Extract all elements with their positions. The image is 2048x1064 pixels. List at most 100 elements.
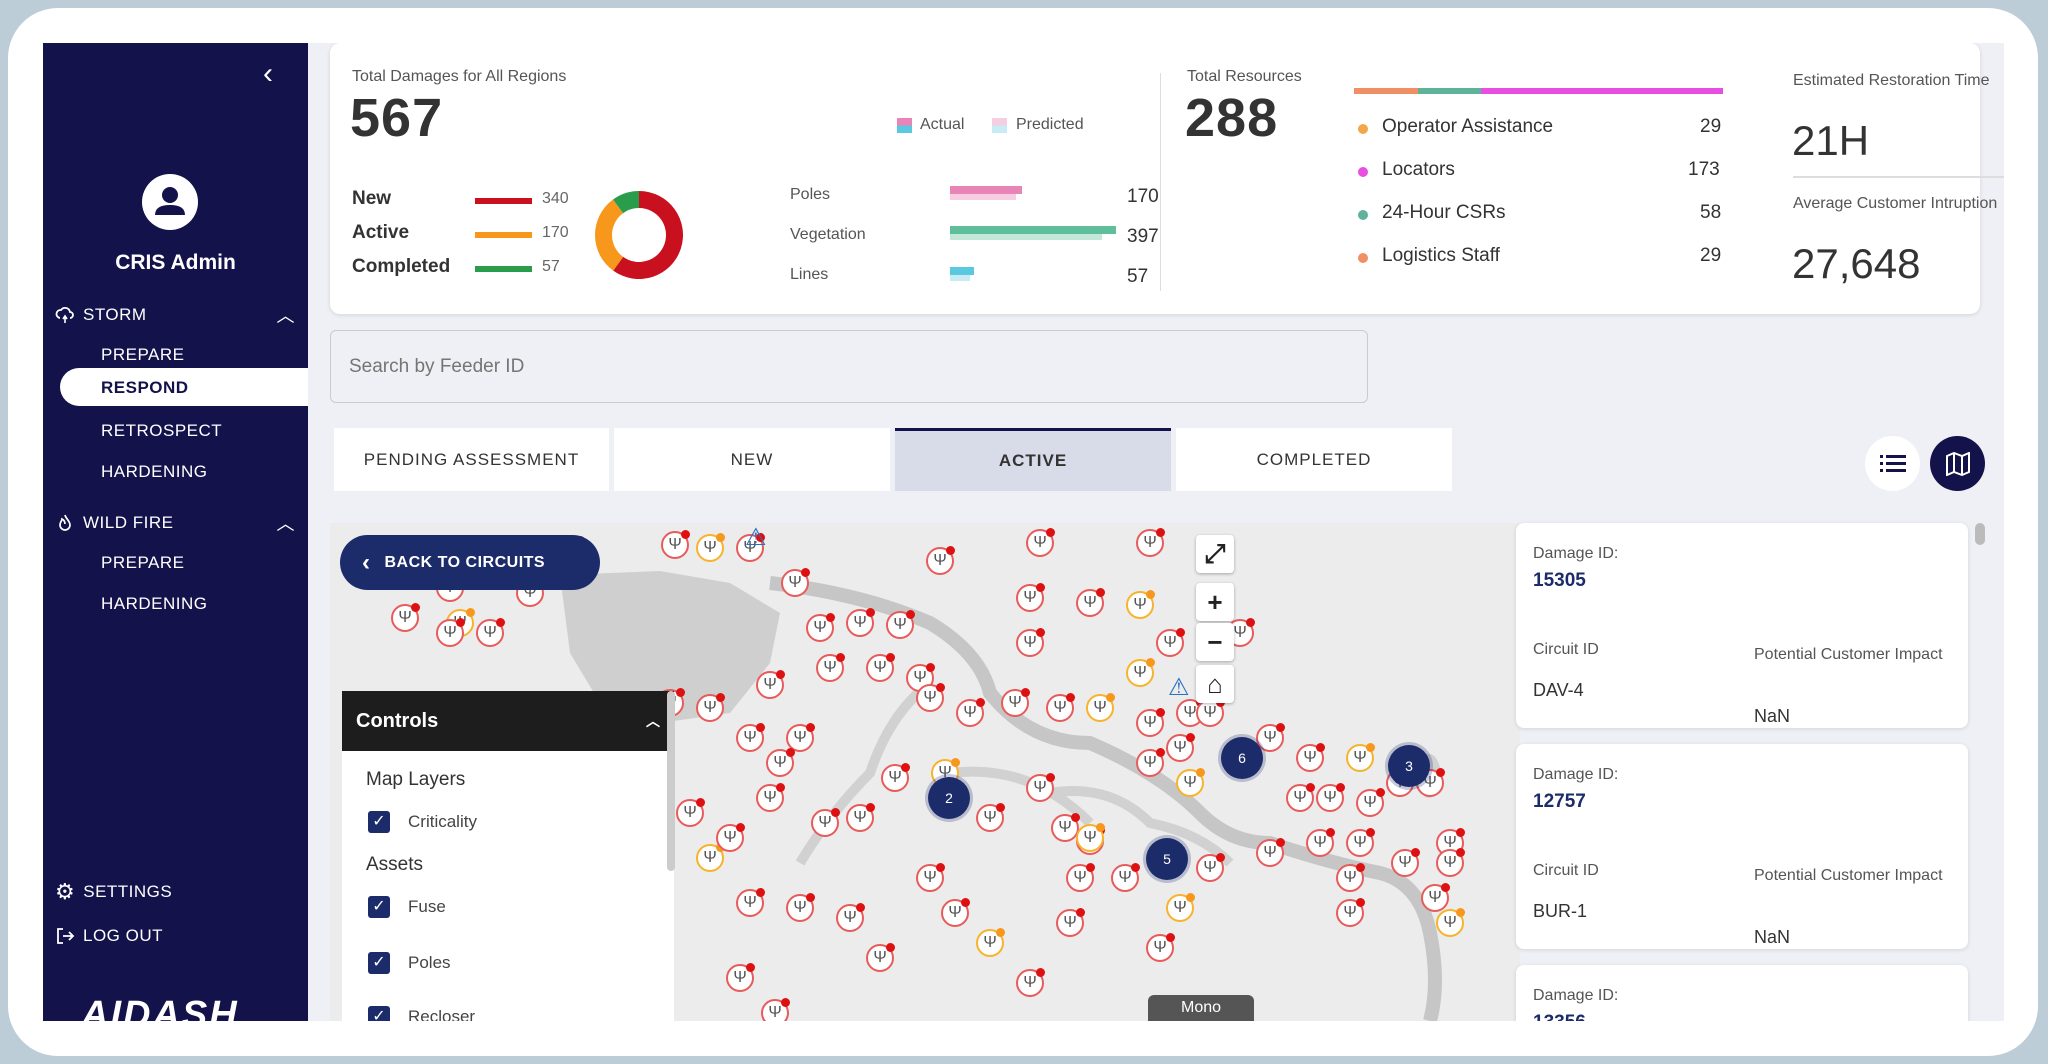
pole-marker-icon[interactable]: Ψ [1126,590,1155,619]
pole-marker-icon[interactable]: Ψ [1051,813,1080,842]
pole-marker-icon[interactable]: Ψ [1026,528,1055,557]
pole-marker-icon[interactable]: Ψ [476,618,505,647]
pole-marker-icon[interactable]: Ψ [1336,898,1365,927]
pole-marker-icon[interactable]: Ψ [1086,693,1115,722]
pole-marker-icon[interactable]: Ψ [696,693,725,722]
sidebar-section-wildfire[interactable]: WILD FIRE ︿ [55,510,296,536]
tab-new[interactable]: NEW [614,428,890,491]
pole-marker-icon[interactable]: Ψ [756,783,785,812]
pole-marker-icon[interactable]: Ψ [676,798,705,827]
pole-marker-icon[interactable]: Ψ [726,963,755,992]
pole-marker-icon[interactable]: Ψ [1136,748,1165,777]
pole-marker-icon[interactable]: Ψ [1001,688,1030,717]
pole-marker-icon[interactable]: Ψ [881,763,910,792]
pole-marker-icon[interactable]: Ψ [1166,733,1195,762]
pole-marker-icon[interactable]: Ψ [806,613,835,642]
pole-marker-icon[interactable]: Ψ [781,568,810,597]
pole-marker-icon[interactable]: Ψ [1421,883,1450,912]
recloser-checkbox[interactable]: ✓ [368,1006,390,1021]
pole-marker-icon[interactable]: Ψ [1286,783,1315,812]
zoom-out-button[interactable]: − [1196,623,1234,661]
pole-marker-icon[interactable]: Ψ [1256,838,1285,867]
pole-marker-icon[interactable]: Ψ [1146,933,1175,962]
pole-marker-icon[interactable]: Ψ [1126,658,1155,687]
pole-marker-icon[interactable]: Ψ [916,683,945,712]
sidebar-item-storm-prepare[interactable]: PREPARE [101,345,185,365]
pole-marker-icon[interactable]: Ψ [1156,628,1185,657]
settings-link[interactable]: ⚙ SETTINGS [55,879,295,905]
fullscreen-icon[interactable]: ⤢ [1196,535,1234,573]
collapse-sidebar-chevron-icon[interactable]: ‹ [263,57,273,91]
pole-marker-icon[interactable]: Ψ [1136,708,1165,737]
pole-marker-icon[interactable]: Ψ [1391,848,1420,877]
feeder-search-input[interactable] [330,330,1368,403]
cluster-marker[interactable]: 5 [1146,838,1188,880]
damage-card[interactable]: Damage ID: 12757 Circuit ID BUR-1 Potent… [1516,744,1968,949]
sidebar-item-wildfire-prepare[interactable]: PREPARE [101,553,185,573]
pole-marker-icon[interactable]: Ψ [1016,968,1045,997]
sidebar-item-storm-hardening[interactable]: HARDENING [101,462,208,482]
pole-marker-icon[interactable]: Ψ [436,618,465,647]
pole-marker-icon[interactable]: Ψ [391,603,420,632]
pole-marker-icon[interactable]: Ψ [1296,743,1325,772]
chevron-up-icon[interactable]: ︿ [277,302,296,328]
pole-marker-icon[interactable]: Ψ [1436,848,1465,877]
basemap-mono-toggle[interactable]: Mono [1148,995,1254,1021]
pole-marker-icon[interactable]: Ψ [976,928,1005,957]
fuse-checkbox[interactable]: ✓ [368,896,390,918]
list-view-button[interactable] [1865,436,1920,491]
pole-marker-icon[interactable]: Ψ [716,823,745,852]
pole-marker-icon[interactable]: Ψ [866,943,895,972]
cards-scrollbar[interactable] [1975,523,1985,545]
pole-marker-icon[interactable]: Ψ [866,653,895,682]
pole-marker-icon[interactable]: Ψ [1026,773,1055,802]
pole-marker-icon[interactable]: Ψ [1196,853,1225,882]
damage-map[interactable]: ΨΨΨΨΨΨΨΨΨΨΨΨΨΨΨΨΨΨΨΨΨΨΨΨΨΨΨΨΨΨΨΨΨΨΨΨΨΨΨΨ… [330,523,1520,1021]
cluster-marker[interactable]: 3 [1388,745,1430,787]
tab-pending-assessment[interactable]: PENDING ASSESSMENT [334,428,609,491]
pole-marker-icon[interactable]: Ψ [661,530,690,559]
pole-marker-icon[interactable]: Ψ [761,998,790,1021]
pole-marker-icon[interactable]: Ψ [1016,628,1045,657]
pole-marker-icon[interactable]: Ψ [1316,783,1345,812]
pole-marker-icon[interactable]: Ψ [1066,863,1095,892]
pole-marker-icon[interactable]: Ψ [736,888,765,917]
pole-marker-icon[interactable]: Ψ [736,723,765,752]
pole-marker-icon[interactable]: Ψ [846,803,875,832]
sidebar-item-storm-respond[interactable]: RESPOND [60,368,308,406]
warning-pin-icon[interactable]: ⚠ [745,523,767,552]
pole-marker-icon[interactable]: Ψ [1016,583,1045,612]
cluster-marker[interactable]: 2 [928,777,970,819]
pole-marker-icon[interactable]: Ψ [1336,863,1365,892]
pole-marker-icon[interactable]: Ψ [786,893,815,922]
pole-marker-icon[interactable]: Ψ [976,803,1005,832]
zoom-in-button[interactable]: + [1196,583,1234,621]
cluster-marker[interactable]: 6 [1221,737,1263,779]
sidebar-item-wildfire-hardening[interactable]: HARDENING [101,594,208,614]
poles-checkbox[interactable]: ✓ [368,952,390,974]
pole-marker-icon[interactable]: Ψ [1356,788,1385,817]
pole-marker-icon[interactable]: Ψ [766,748,795,777]
pole-marker-icon[interactable]: Ψ [941,898,970,927]
chevron-up-icon[interactable]: ︿ [277,510,296,536]
sidebar-section-storm[interactable]: STORM ︿ [55,302,296,328]
pole-marker-icon[interactable]: Ψ [1166,893,1195,922]
back-to-circuits-button[interactable]: ‹ BACK TO CIRCUITS [340,535,600,590]
pole-marker-icon[interactable]: Ψ [836,903,865,932]
damage-card[interactable]: Damage ID: 15305 Circuit ID DAV-4 Potent… [1516,523,1968,728]
pole-marker-icon[interactable]: Ψ [1076,588,1105,617]
criticality-checkbox[interactable]: ✓ [368,811,390,833]
pole-marker-icon[interactable]: Ψ [1176,768,1205,797]
pole-marker-icon[interactable]: Ψ [1306,828,1335,857]
pole-marker-icon[interactable]: Ψ [696,533,725,562]
pole-marker-icon[interactable]: Ψ [1136,528,1165,557]
pole-marker-icon[interactable]: Ψ [811,808,840,837]
pole-marker-icon[interactable]: Ψ [1111,863,1140,892]
map-view-button[interactable] [1930,436,1985,491]
pole-marker-icon[interactable]: Ψ [1046,693,1075,722]
pole-marker-icon[interactable]: Ψ [1346,743,1375,772]
tab-completed[interactable]: COMPLETED [1176,428,1452,491]
pole-marker-icon[interactable]: Ψ [1056,908,1085,937]
damage-card[interactable]: Damage ID: 13356 [1516,965,1968,1021]
sidebar-item-storm-retrospect[interactable]: RETROSPECT [101,421,222,441]
